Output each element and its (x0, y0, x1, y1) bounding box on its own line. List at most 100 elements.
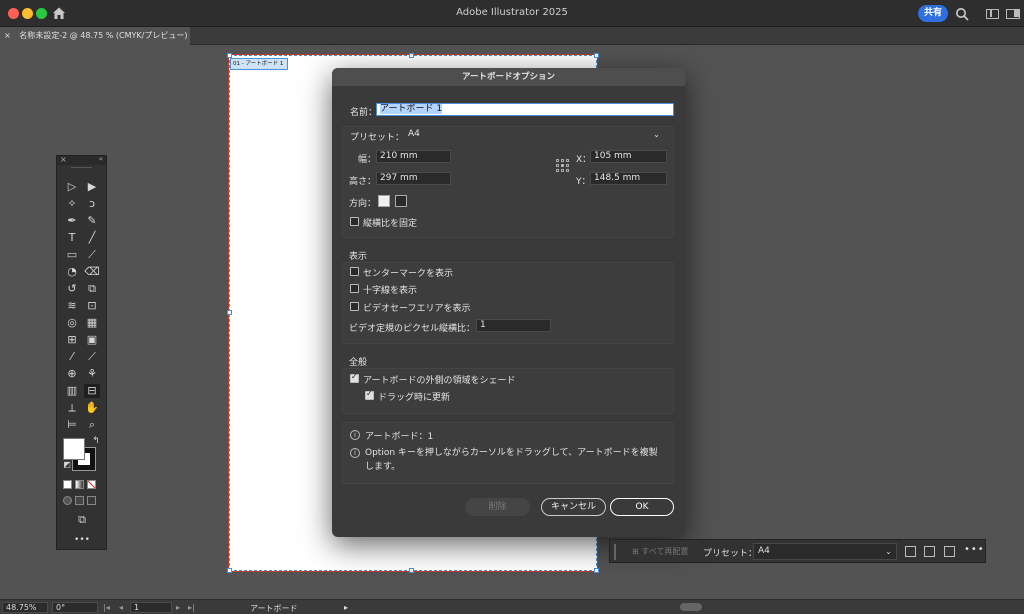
lock-ratio-checkbox[interactable] (350, 217, 359, 226)
option-tip-info: Option キーを押しながらカーソルをドラッグして、アートボードを複製します。 (365, 448, 658, 472)
artboard-tool-icon[interactable]: ⊟ (84, 384, 100, 398)
share-button[interactable]: 共有 (918, 5, 948, 22)
scale-tool-icon[interactable]: ⧉ (84, 282, 100, 296)
tools-panel-grip[interactable] (71, 167, 92, 173)
pixel-ratio-field[interactable]: 1 (476, 319, 551, 332)
fill-color-swatch[interactable] (63, 438, 85, 460)
artboard-handle[interactable] (594, 568, 599, 573)
cross-hairs-checkbox[interactable] (350, 284, 359, 293)
artboard-preset-select[interactable]: A4 ⌄ (753, 543, 897, 560)
artboard-name-label[interactable]: 01 - アートボード 1 (230, 58, 288, 70)
rectangle-tool-icon[interactable]: ▭ (64, 248, 80, 262)
first-artboard-icon[interactable]: |◂ (103, 603, 110, 612)
cancel-button[interactable]: キャンセル (541, 498, 606, 516)
artboard-index-field[interactable]: 1 (130, 602, 172, 613)
eyedropper-tool-icon[interactable]: ⁄ (64, 350, 80, 364)
width-field[interactable]: 210 mm (376, 150, 451, 163)
tools-panel-header[interactable]: × « (57, 155, 106, 165)
y-field[interactable]: 148.5 mm (590, 172, 667, 185)
panels-toggle-icon[interactable] (1006, 9, 1020, 19)
video-safe-checkbox[interactable] (350, 302, 359, 311)
zoom-tool-icon[interactable]: ⌕ (84, 418, 100, 432)
preset-select[interactable]: A4 ⌄ (404, 128, 664, 141)
rearrange-all-button[interactable]: ⊞ すべて再配置 (632, 546, 688, 557)
draw-behind-button[interactable] (75, 496, 84, 505)
control-bar-grip[interactable] (614, 544, 616, 560)
zoom-field[interactable]: 48.75% (2, 602, 48, 613)
chevron-down-icon: ⌄ (885, 547, 892, 556)
color-mode-row (63, 480, 103, 490)
export-artboard-icon[interactable] (944, 546, 955, 557)
app-title: Adobe Illustrator 2025 (456, 7, 568, 18)
artboard-count-info: アートボード：1 (365, 432, 434, 442)
center-mark-checkbox[interactable] (350, 267, 359, 276)
artboard-handle[interactable] (227, 310, 232, 315)
close-icon[interactable]: × (60, 155, 67, 164)
rotation-field[interactable]: 0° (52, 602, 98, 613)
curvature-tool-icon[interactable]: ✎ (84, 214, 100, 228)
collapse-icon[interactable]: « (99, 155, 103, 163)
eraser-tool-icon[interactable]: ⌫ (84, 265, 100, 279)
artboard-handle[interactable] (409, 53, 414, 58)
document-tab[interactable]: × 名称未設定-2 @ 48.75 % (CMYK/プレビュー) (0, 27, 190, 45)
fade-outside-checkbox[interactable] (350, 372, 359, 383)
portrait-orientation-icon[interactable] (378, 195, 390, 207)
magic-wand-tool-icon[interactable]: ✧ (64, 197, 80, 211)
symbol-sprayer-tool-icon[interactable]: ⚘ (84, 367, 100, 381)
ok-button[interactable]: OK (610, 498, 674, 516)
color-mode-button[interactable] (63, 480, 72, 489)
paintbrush-tool-icon[interactable]: ⟋ (84, 248, 100, 262)
none-mode-button[interactable] (87, 480, 96, 489)
artboard-handle[interactable] (594, 53, 599, 58)
align-tool-icon[interactable]: ⊨ (64, 418, 80, 432)
mesh-tool-icon[interactable]: ⊞ (64, 333, 80, 347)
last-artboard-icon[interactable]: ▸| (188, 603, 195, 612)
delete-button[interactable]: 削除 (465, 498, 530, 516)
x-field[interactable]: 105 mm (590, 150, 667, 163)
more-tools-icon[interactable]: ••• (74, 533, 90, 547)
gradient-mode-button[interactable] (75, 480, 84, 489)
close-tab-icon[interactable]: × (4, 31, 11, 40)
horizontal-scrollbar-thumb[interactable] (680, 603, 702, 611)
search-icon[interactable] (955, 7, 969, 21)
shape-builder-tool-icon[interactable]: ◎ (64, 316, 80, 330)
screen-mode-icon[interactable]: ⧉ (74, 513, 90, 527)
new-artboard-icon[interactable] (905, 546, 916, 557)
reference-point-icon[interactable] (556, 159, 570, 173)
artboard-handle[interactable] (409, 568, 414, 573)
landscape-orientation-icon[interactable] (395, 195, 407, 207)
update-drag-checkbox[interactable] (365, 389, 374, 400)
default-colors-icon[interactable]: ◩ (59, 458, 75, 472)
duplicate-artboard-icon[interactable] (924, 546, 935, 557)
height-field[interactable]: 297 mm (376, 172, 451, 185)
free-transform-tool-icon[interactable]: ⊡ (84, 299, 100, 313)
width-tool-icon[interactable]: ≋ (64, 299, 80, 313)
preset-label: プリセット： (350, 133, 405, 143)
blend-tool-icon[interactable]: ⊕ (64, 367, 80, 381)
slice-tool-icon[interactable]: ⟂ (64, 401, 80, 415)
gradient-tool-icon[interactable]: ▣ (84, 333, 100, 347)
type-tool-icon[interactable]: T (64, 231, 80, 245)
workspace-layout-icon[interactable] (986, 9, 999, 19)
draw-inside-button[interactable] (87, 496, 96, 505)
lasso-tool-icon[interactable]: ↄ (84, 197, 100, 211)
hand-tool-icon[interactable]: ✋ (84, 401, 100, 415)
name-field[interactable]: アートボード 1 (376, 103, 674, 116)
line-tool-icon[interactable]: ╱ (84, 231, 100, 245)
shaper-tool-icon[interactable]: ◔ (64, 265, 80, 279)
more-options-icon[interactable]: ••• (964, 544, 985, 555)
perspective-grid-tool-icon[interactable]: ▦ (84, 316, 100, 330)
graph-tool-icon[interactable]: ▥ (64, 384, 80, 398)
swap-fill-stroke-icon[interactable]: ↰ (88, 434, 104, 448)
measure-tool-icon[interactable]: ⟋ (84, 350, 100, 364)
selection-tool-icon[interactable]: ▷ (64, 180, 80, 194)
pixel-ratio-label: ビデオ定規のピクセル縦横比： (349, 324, 476, 334)
rotate-tool-icon[interactable]: ↺ (64, 282, 80, 296)
artboard-handle[interactable] (227, 568, 232, 573)
next-artboard-icon[interactable]: ▸ (176, 603, 180, 612)
status-menu-icon[interactable]: ▸ (344, 603, 348, 612)
draw-normal-button[interactable] (63, 496, 72, 505)
previous-artboard-icon[interactable]: ◂ (119, 603, 123, 612)
direct-selection-tool-icon[interactable]: ▶ (84, 180, 100, 194)
pen-tool-icon[interactable]: ✒ (64, 214, 80, 228)
